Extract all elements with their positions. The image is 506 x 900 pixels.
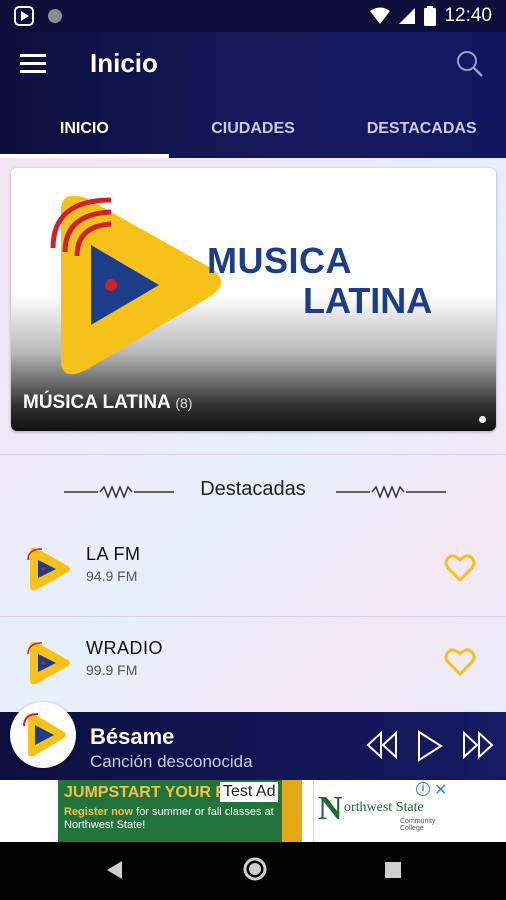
test-ad-label: Test Ad [220, 782, 279, 802]
logo-text-line1: MUSICA [207, 240, 352, 281]
station-name: WRADIO [86, 638, 163, 658]
ad-banner[interactable]: JUMPSTART YOUR F Register now for summer… [0, 780, 506, 842]
station-name: LA FM [86, 544, 141, 564]
ad-info-icon[interactable]: i [416, 782, 430, 796]
record-notification-icon [48, 9, 62, 23]
page-title: Inicio [90, 48, 158, 78]
home-icon[interactable] [242, 856, 268, 882]
banner-title: MÚSICA LATINA [23, 392, 171, 413]
search-icon [457, 51, 483, 77]
ad-register: Register now [64, 806, 134, 818]
app-bar: Inicio INICIO CIUDADES DESTACADAS [0, 32, 506, 158]
ornament-right-icon [336, 484, 446, 500]
logo-text-line2: LATINA [303, 280, 433, 321]
station-logo-icon [27, 547, 70, 591]
fast-forward-icon[interactable] [462, 730, 494, 760]
banner-caption: MÚSICA LATINA (8) [23, 392, 192, 414]
station-logo-icon [27, 641, 70, 685]
tab-inicio[interactable]: INICIO [0, 114, 169, 158]
station-frequency: 94.9 FM [86, 568, 138, 584]
station-frequency: 99.9 FM [86, 662, 138, 678]
rewind-icon[interactable] [366, 730, 398, 760]
search-button[interactable] [456, 50, 486, 80]
banner-count: (8) [175, 395, 193, 411]
section-divider [0, 454, 506, 455]
ad-brand-name: orthwest State [344, 800, 424, 815]
signal-icon [399, 8, 416, 24]
ad-stripe [282, 780, 302, 842]
mini-player[interactable]: Bésame Canción desconocida [0, 702, 506, 780]
player-title: Bésame [90, 724, 175, 749]
station-item[interactable]: WRADIO 99.9 FM [0, 622, 506, 712]
play-notification-icon [14, 6, 34, 26]
status-bar: 12:40 [0, 0, 506, 32]
system-nav-bar [0, 842, 506, 900]
carousel-indicator[interactable] [479, 416, 486, 423]
play-icon[interactable] [416, 730, 444, 762]
musica-latina-logo [50, 195, 221, 375]
list-separator [0, 616, 506, 617]
wifi-icon [370, 7, 391, 24]
battery-icon [424, 6, 437, 26]
ad-body: Register now for summer or fall classes … [64, 806, 274, 832]
ad-brand-sub: Community College [400, 818, 436, 832]
ad-close-icon[interactable]: ✕ [434, 780, 447, 800]
back-icon[interactable] [104, 859, 124, 881]
player-subtitle: Canción desconocida [90, 752, 253, 771]
ad-brand-initial: N [318, 790, 343, 827]
heart-icon[interactable] [444, 646, 476, 678]
hamburger-icon [20, 54, 46, 73]
menu-button[interactable] [20, 52, 50, 78]
station-logo-icon [23, 713, 66, 757]
category-banner[interactable]: MUSICA LATINA MÚSICA LATINA (8) [11, 168, 496, 431]
player-cover [10, 702, 76, 768]
station-item[interactable]: LA FM 94.9 FM [0, 528, 506, 620]
tab-destacadas[interactable]: DESTACADAS [337, 114, 506, 158]
tab-bar: INICIO CIUDADES DESTACADAS [0, 114, 506, 158]
main-content: MUSICA LATINA MÚSICA LATINA (8) Destacad… [0, 158, 506, 712]
recents-icon[interactable] [384, 861, 402, 879]
ad-headline: JUMPSTART YOUR F [64, 784, 226, 801]
heart-icon[interactable] [444, 552, 476, 584]
status-time: 12:40 [444, 5, 492, 26]
tab-ciudades[interactable]: CIUDADES [169, 114, 338, 158]
